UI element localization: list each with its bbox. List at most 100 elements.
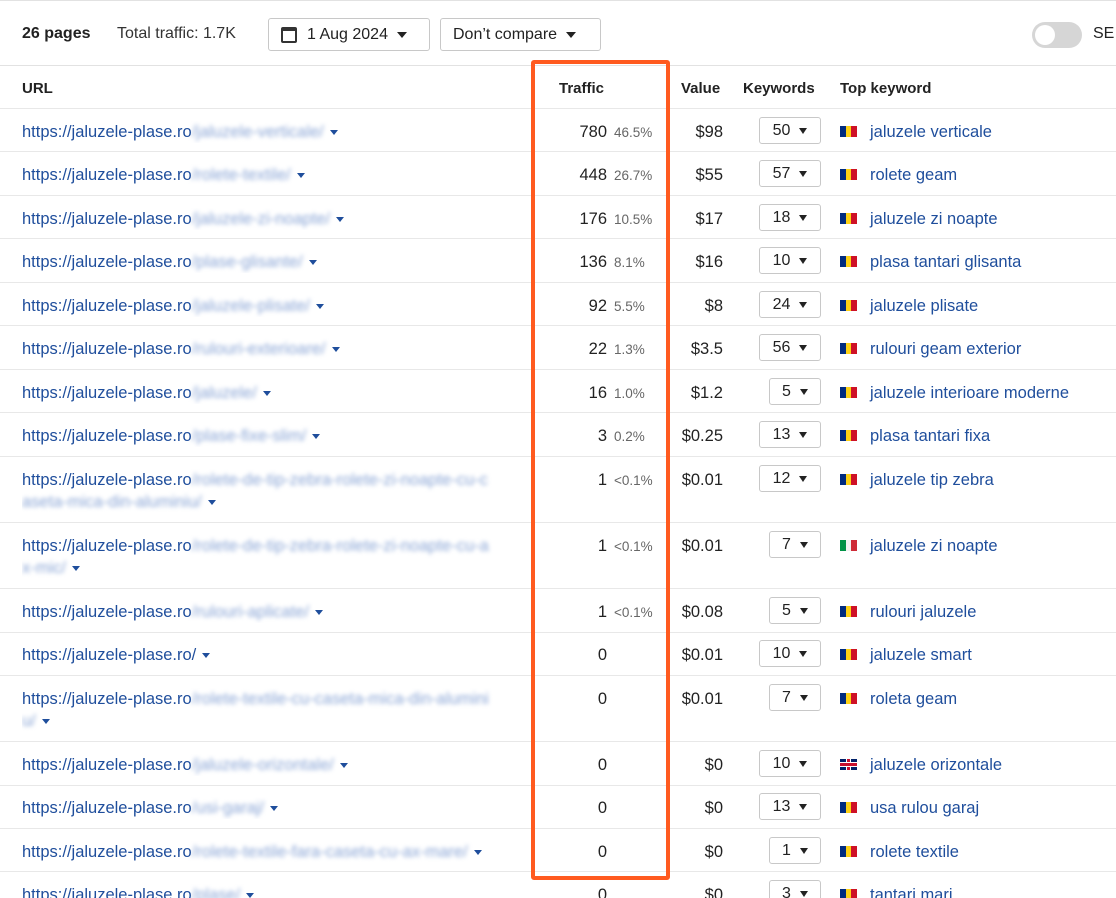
chevron-down-icon[interactable] [246, 893, 255, 898]
url-domain: https://jaluzele-plase.ro [22, 123, 192, 141]
chevron-down-icon [799, 607, 808, 614]
top-keyword-link[interactable]: usa rulou garaj [870, 797, 979, 819]
keywords-dropdown[interactable]: 10 [759, 750, 821, 777]
url-domain: https://jaluzele-plase.ro [22, 537, 192, 555]
keywords-dropdown[interactable]: 24 [759, 291, 821, 318]
keywords-dropdown[interactable]: 18 [759, 204, 821, 231]
top-keyword-link[interactable]: rulouri geam exterior [870, 338, 1021, 360]
toggle-switch[interactable] [1032, 22, 1082, 48]
keywords-dropdown[interactable]: 56 [759, 334, 821, 361]
chevron-down-icon[interactable] [41, 719, 50, 725]
keywords-dropdown[interactable]: 1 [769, 837, 821, 864]
url-link[interactable]: https://jaluzele-plase.ro/rolete-textile… [22, 841, 530, 863]
table-row: https://jaluzele-plase.ro/rolete-textile… [0, 152, 1116, 196]
url-link[interactable]: https://jaluzele-plase.ro/rulouri-exteri… [22, 338, 530, 360]
keywords-dropdown[interactable]: 7 [769, 684, 821, 711]
url-path: /rulouri-exterioare/ [191, 340, 326, 358]
column-header-value[interactable]: Value [681, 80, 720, 97]
pages-count: 26 pages [22, 25, 91, 42]
url-path: /jaluzele-orizontale/ [191, 756, 334, 774]
url-link[interactable]: https://jaluzele-plase.ro/jaluzele-verti… [22, 121, 530, 143]
chevron-down-icon[interactable] [207, 500, 216, 506]
top-keyword-link[interactable]: jaluzele plisate [870, 295, 978, 317]
chevron-down-icon[interactable] [316, 304, 324, 310]
top-keyword-link[interactable]: plasa tantari fixa [870, 425, 990, 447]
date-picker-button[interactable]: 1 Aug 2024 [268, 18, 430, 51]
traffic-value: 1 [597, 471, 607, 489]
table-row: https://jaluzele-plase.ro/rulouri-aplica… [0, 589, 1116, 633]
url-link[interactable]: https://jaluzele-plase.ro/usi-garaj/ [22, 797, 530, 819]
traffic-share: <0.1% [614, 539, 653, 554]
country-flag-icon [840, 430, 858, 441]
top-keyword-link[interactable]: rulouri jaluzele [870, 601, 976, 623]
chevron-down-icon[interactable] [72, 566, 80, 572]
url-link[interactable]: https://jaluzele-plase.ro/jaluzele-zi-no… [22, 208, 530, 230]
keywords-dropdown[interactable]: 5 [769, 378, 821, 405]
top-keyword-link[interactable]: jaluzele tip zebra [870, 469, 994, 491]
compare-dropdown-button[interactable]: Don’t compare [440, 18, 601, 51]
top-keyword-link[interactable]: tantari mari [870, 884, 953, 898]
chevron-down-icon[interactable] [336, 217, 345, 223]
traffic-value: 136 [579, 253, 607, 271]
column-header-traffic[interactable]: Traffic [559, 80, 604, 97]
table-row: https://jaluzele-plase.ro/jaluzele-zi-no… [0, 196, 1116, 239]
url-domain: https://jaluzele-plase.ro [22, 297, 192, 315]
table-row: https://jaluzele-plase.ro/jaluzele-plisa… [0, 283, 1116, 326]
keywords-dropdown[interactable]: 12 [759, 465, 821, 492]
column-header-keywords[interactable]: Keywords [743, 80, 815, 97]
top-keyword-link[interactable]: jaluzele smart [870, 644, 972, 666]
keywords-dropdown[interactable]: 3 [769, 880, 821, 898]
url-link[interactable]: https://jaluzele-plase.ro/plase-fixe-sli… [22, 425, 530, 447]
url-link[interactable]: https://jaluzele-plase.ro/ [22, 644, 530, 666]
chevron-down-icon[interactable] [312, 434, 321, 440]
chevron-down-icon[interactable] [331, 347, 340, 353]
top-keyword-link[interactable]: jaluzele zi noapte [870, 208, 998, 230]
url-link[interactable]: https://jaluzele-plase.ro/plase-glisante… [22, 251, 530, 273]
country-flag-icon [840, 343, 858, 354]
chevron-down-icon[interactable] [202, 653, 211, 659]
compare-label: Don’t compare [453, 25, 558, 43]
url-path: /plase-glisante/ [191, 253, 303, 271]
top-keyword-link[interactable]: rolete textile [870, 841, 959, 863]
chevron-down-icon[interactable] [339, 763, 348, 769]
keywords-dropdown[interactable]: 5 [769, 597, 821, 624]
url-link[interactable]: https://jaluzele-plase.ro/plase/ [22, 884, 530, 898]
traffic-value: 176 [579, 210, 607, 228]
traffic-value-usd: $0.01 [681, 690, 723, 708]
chevron-down-icon[interactable] [270, 806, 279, 812]
top-keyword-link[interactable]: jaluzele zi noapte [870, 535, 998, 557]
keywords-dropdown[interactable]: 7 [769, 531, 821, 558]
column-header-url[interactable]: URL [22, 80, 53, 97]
chevron-down-icon[interactable] [473, 850, 482, 856]
table-row: https://jaluzele-plase.ro/jaluzele-orizo… [0, 742, 1116, 786]
keywords-dropdown[interactable]: 10 [759, 247, 821, 274]
url-path: /jaluzele/ [191, 384, 257, 402]
top-keyword-link[interactable]: rolete geam [870, 164, 957, 186]
top-keyword-link[interactable]: plasa tantari glisanta [870, 251, 1021, 273]
top-keyword-link[interactable]: jaluzele orizontale [870, 754, 1002, 776]
chevron-down-icon[interactable] [296, 173, 305, 179]
keywords-count: 10 [772, 251, 791, 269]
url-link[interactable]: https://jaluzele-plase.ro/jaluzele/ [22, 382, 530, 404]
keywords-dropdown[interactable]: 13 [759, 793, 821, 820]
keywords-dropdown[interactable]: 50 [759, 117, 821, 144]
keywords-dropdown[interactable]: 13 [759, 421, 821, 448]
chevron-down-icon [396, 31, 407, 38]
top-keyword-link[interactable]: roleta geam [870, 688, 957, 710]
chevron-down-icon[interactable] [329, 130, 338, 136]
url-link[interactable]: https://jaluzele-plase.ro/jaluzele-orizo… [22, 754, 530, 776]
top-keyword-link[interactable]: jaluzele verticale [870, 121, 992, 143]
keywords-dropdown[interactable]: 10 [759, 640, 821, 667]
url-link[interactable]: https://jaluzele-plase.ro/rolete-de-tip-… [22, 469, 530, 513]
url-link[interactable]: https://jaluzele-plase.ro/rulouri-aplica… [22, 601, 530, 623]
chevron-down-icon[interactable] [308, 260, 317, 266]
chevron-down-icon[interactable] [315, 610, 324, 616]
top-keyword-link[interactable]: jaluzele interioare moderne [870, 382, 1069, 404]
url-link[interactable]: https://jaluzele-plase.ro/rolete-de-tip-… [22, 535, 530, 579]
country-flag-icon [840, 213, 858, 224]
url-link[interactable]: https://jaluzele-plase.ro/rolete-textile… [22, 164, 530, 186]
keywords-dropdown[interactable]: 57 [759, 160, 821, 187]
url-link[interactable]: https://jaluzele-plase.ro/jaluzele-plisa… [22, 295, 530, 317]
url-link[interactable]: https://jaluzele-plase.ro/rolete-textile… [22, 688, 530, 732]
chevron-down-icon[interactable] [262, 391, 271, 397]
